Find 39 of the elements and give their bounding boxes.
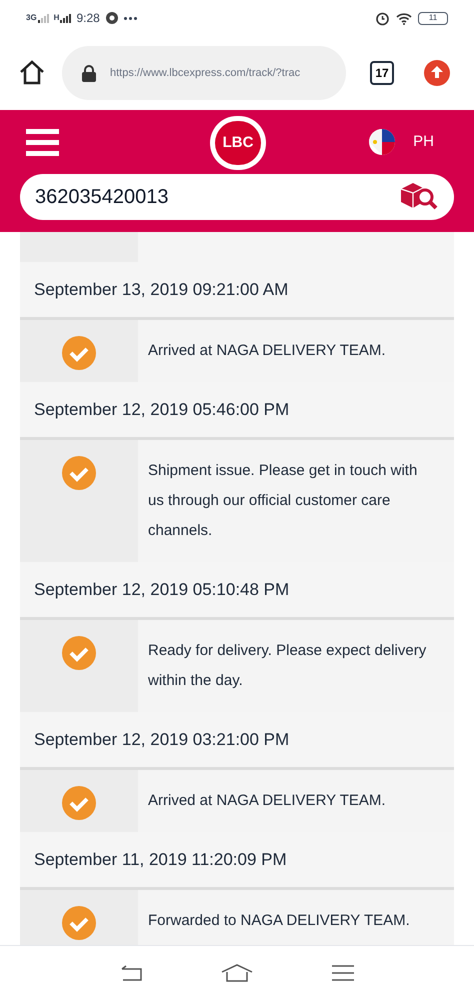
- back-icon[interactable]: [118, 964, 143, 982]
- check-icon: [62, 456, 96, 490]
- home-icon[interactable]: [220, 963, 254, 983]
- upload-icon[interactable]: [424, 60, 450, 86]
- url-text: https://www.lbcexpress.com/track/?trac: [110, 66, 300, 81]
- home-icon[interactable]: [18, 59, 46, 87]
- tracking-search-field[interactable]: 362035420013: [20, 174, 454, 220]
- status-text: Arrived at NAGA DELIVERY TEAM.: [147, 791, 387, 811]
- more-icon: [124, 16, 137, 20]
- network-label: 3G: [26, 14, 37, 22]
- check-icon: [62, 906, 96, 940]
- lock-icon: [82, 64, 96, 82]
- check-icon: [62, 336, 96, 370]
- address-bar[interactable]: https://www.lbcexpress.com/track/?trac: [62, 46, 346, 100]
- date-time-text: September 12, 2019 03:21:00 PM: [34, 728, 290, 751]
- check-icon: [62, 786, 96, 820]
- country-label[interactable]: PH: [413, 130, 434, 154]
- date-time-text: September 12, 2019 05:10:48 PM: [34, 578, 290, 601]
- status-text: Shipment issue. Please get in touch with us through our official customer care channels.: [147, 461, 418, 541]
- flag-icon[interactable]: [369, 129, 396, 155]
- status-text: Ready for delivery. Please expect delivery within the day.: [147, 641, 428, 691]
- clock-time: 9:28: [76, 10, 100, 27]
- tab-count-button[interactable]: 17: [370, 61, 394, 85]
- logo[interactable]: LBC: [210, 116, 266, 170]
- date-time-text: September 11, 2019 11:20:09 PM: [34, 848, 287, 871]
- battery-icon: 11: [418, 12, 448, 24]
- signal-icon: [38, 14, 50, 22]
- browser-icon: [106, 12, 118, 24]
- wifi-icon: [396, 12, 412, 24]
- network-label: H: [54, 14, 60, 22]
- date-time-text: September 13, 2019 09:21:00 AM: [34, 278, 288, 301]
- status-text: Forwarded to NAGA DELIVERY TEAM.: [147, 911, 411, 931]
- alarm-icon: [375, 10, 390, 26]
- status-text: Arrived at NAGA DELIVERY TEAM.: [147, 341, 387, 361]
- signal-icon: [60, 14, 72, 22]
- menu-icon[interactable]: [26, 128, 59, 156]
- check-icon: [62, 636, 96, 670]
- menu-icon[interactable]: [331, 964, 356, 982]
- date-time-text: September 12, 2019 05:46:00 PM: [34, 398, 290, 421]
